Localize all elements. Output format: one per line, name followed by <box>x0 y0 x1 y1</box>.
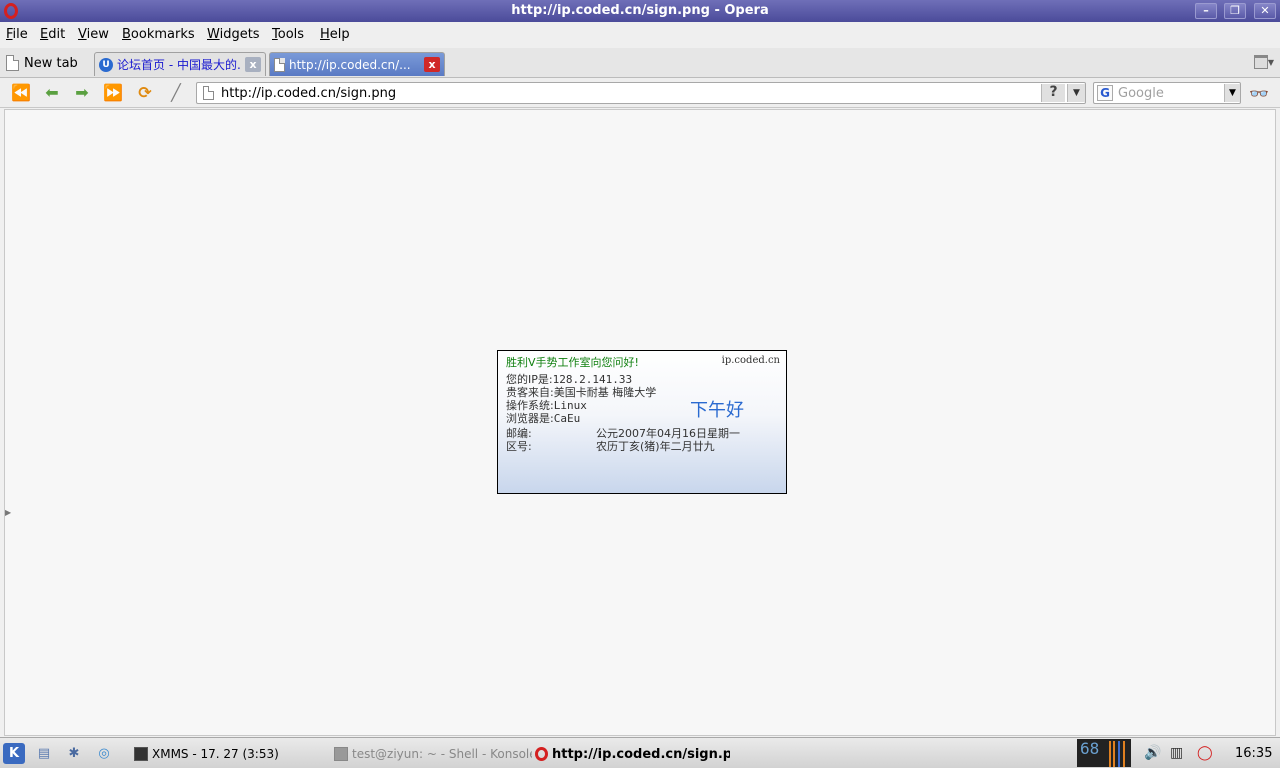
sign-image: 胜利V手势工作室向您问好! ip.coded.cn 您的IP是:128.2.14… <box>497 350 787 494</box>
klipper-icon[interactable]: ▥ <box>1170 745 1183 761</box>
sign-areacode-label: 区号: <box>506 440 532 453</box>
system-monitor[interactable]: 68 <box>1077 739 1131 767</box>
window-title-bar[interactable]: http://ip.coded.cn/sign.png - Opera – ❐ … <box>0 0 1280 22</box>
navigation-toolbar: ⏪ ⬅ ➡ ⏩ ⟳ ╱ http://ip.coded.cn/sign.png … <box>0 78 1280 108</box>
forward-icon[interactable]: ➡ <box>71 83 93 103</box>
maximize-button[interactable]: ❐ <box>1224 3 1246 19</box>
sign-greeting: 胜利V手势工作室向您问好! <box>506 356 639 369</box>
menu-widgets[interactable]: Widgets <box>207 27 260 42</box>
tab-sign-png[interactable]: http://ip.coded.cn/... x <box>269 52 445 76</box>
address-dropdown-icon[interactable]: ▼ <box>1067 84 1085 102</box>
k-menu-icon[interactable]: K <box>3 743 25 764</box>
tab-label: http://ip.coded.cn/... <box>289 57 411 72</box>
trash-dropdown-icon[interactable]: ▼ <box>1268 58 1274 67</box>
page-icon <box>203 86 214 100</box>
reload-icon[interactable]: ⟳ <box>134 83 156 103</box>
sign-browser-row: 浏览器是:CaEu <box>506 412 581 425</box>
opera-tray-icon[interactable]: ◯ <box>1197 745 1213 761</box>
rewind-icon[interactable]: ⏪ <box>10 83 32 103</box>
tab-forum[interactable]: U 论坛首页 - 中国最大的... x <box>94 52 266 76</box>
menu-help[interactable]: Help <box>320 27 350 42</box>
address-url[interactable]: http://ip.coded.cn/sign.png <box>221 86 396 101</box>
tab-bar: New tab U 论坛首页 - 中国最大的... x http://ip.co… <box>0 48 1280 78</box>
menu-file[interactable]: File <box>6 27 28 42</box>
task-xmms[interactable]: XMMS - 17. 27 (3:53) <box>134 744 330 764</box>
xmms-icon <box>134 747 148 761</box>
tab-label: 论坛首页 - 中国最大的... <box>117 58 241 72</box>
edit-site-prefs-icon[interactable]: ╱ <box>165 83 187 103</box>
back-icon[interactable]: ⬅ <box>41 83 63 103</box>
new-tab-button[interactable]: New tab <box>6 52 78 74</box>
tab-close-icon[interactable]: x <box>424 57 440 72</box>
browser-value: CaEu <box>553 412 581 425</box>
panel-toggle-icon[interactable]: ▶ <box>5 508 11 517</box>
sign-site: ip.coded.cn <box>721 355 780 366</box>
network-icon[interactable]: ✱ <box>63 743 85 764</box>
menu-tools[interactable]: Tools <box>272 27 304 42</box>
cpu-graph-icon <box>1107 741 1129 767</box>
konqueror-icon[interactable]: ◎ <box>93 743 115 764</box>
search-box[interactable]: G ▼ <box>1093 82 1241 104</box>
taskbar: K ▤ ✱ ◎ XMMS - 17. 27 (3:53) test@ziyun:… <box>0 737 1280 768</box>
fast-forward-icon[interactable]: ⏩ <box>102 83 124 103</box>
menu-edit[interactable]: Edit <box>40 27 65 42</box>
new-page-icon <box>6 55 19 71</box>
menu-view[interactable]: View <box>78 27 109 42</box>
help-icon[interactable]: ? <box>1041 84 1065 102</box>
clock[interactable]: 16:35 <box>1235 746 1272 761</box>
monitor-value: 68 <box>1080 739 1100 758</box>
page-favicon-icon <box>274 57 285 72</box>
menu-bookmarks[interactable]: Bookmarks <box>122 27 195 42</box>
sign-afternoon: 下午好 <box>690 400 744 421</box>
task-konsole[interactable]: test@ziyun: ~ - Shell - Konsole <box>334 744 532 764</box>
volume-icon[interactable]: 🔊 <box>1144 745 1161 761</box>
forum-favicon-icon: U <box>99 57 113 72</box>
task-opera[interactable]: http://ip.coded.cn/sign.png - Opera <box>535 744 730 764</box>
tab-close-icon[interactable]: x <box>245 57 261 72</box>
close-button[interactable]: ✕ <box>1254 3 1276 19</box>
minimize-button[interactable]: – <box>1195 3 1217 19</box>
address-bar[interactable]: http://ip.coded.cn/sign.png ? ▼ <box>196 82 1086 104</box>
search-input[interactable] <box>1118 85 1218 101</box>
google-icon[interactable]: G <box>1097 85 1113 101</box>
new-tab-label: New tab <box>24 55 78 71</box>
home-folder-icon[interactable]: ▤ <box>33 743 55 764</box>
menu-bar: File Edit View Bookmarks Widgets Tools H… <box>0 22 1280 48</box>
glasses-icon[interactable]: 👓 <box>1249 84 1269 103</box>
trash-icon[interactable] <box>1254 55 1268 69</box>
sign-lunar-date: 农历丁亥(猪)年二月廿九 <box>596 440 715 453</box>
window-title: http://ip.coded.cn/sign.png - Opera <box>511 3 769 18</box>
opera-task-icon <box>535 747 548 761</box>
search-dropdown-icon[interactable]: ▼ <box>1224 84 1240 102</box>
konsole-icon <box>334 747 348 761</box>
